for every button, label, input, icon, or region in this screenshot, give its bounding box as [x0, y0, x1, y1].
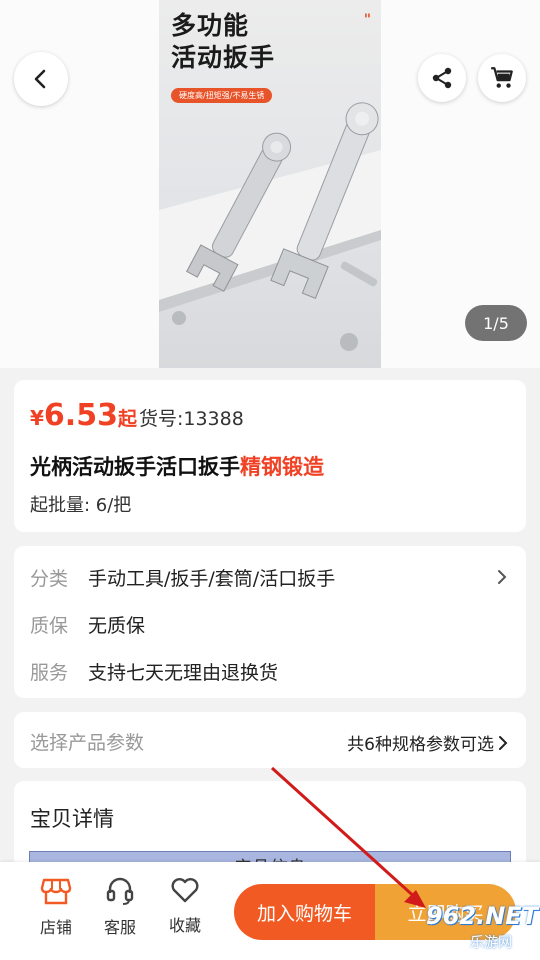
- spec-selector[interactable]: 选择产品参数 共6种规格参数可选: [14, 712, 526, 768]
- service-key: 服务: [30, 662, 69, 684]
- share-icon: [432, 67, 452, 89]
- info-card: 分类 手动工具/扳手/套筒/活口扳手 质保 无质保 服务 支持七天无理由退换货: [14, 546, 526, 698]
- sku-number: 货号:13388: [138, 408, 244, 430]
- cart-button[interactable]: [478, 54, 526, 102]
- image-title: 多功能 活动扳手: [171, 10, 275, 74]
- warranty-row: 质保 无质保: [30, 611, 145, 638]
- store-icon: [40, 878, 72, 905]
- service-value: 支持七天无理由退换货: [88, 662, 279, 684]
- chevron-right-icon[interactable]: [496, 568, 508, 586]
- product-gallery[interactable]: 多功能 活动扳手 " 硬度高/扭矩强/不易生锈 1/5: [0, 0, 540, 368]
- add-to-cart-button[interactable]: 加入购物车: [234, 884, 375, 940]
- product-image[interactable]: 多功能 活动扳手 " 硬度高/扭矩强/不易生锈: [159, 0, 381, 368]
- product-title-main: 光柄活动扳手活口扳手: [30, 455, 240, 479]
- price-row: ¥ 6.53 起 货号:13388: [30, 398, 244, 433]
- warranty-key: 质保: [30, 615, 69, 637]
- share-button[interactable]: [418, 54, 466, 102]
- watermark-sub: 乐游网: [470, 935, 512, 951]
- price-suffix: 起: [117, 408, 137, 430]
- image-title-line1: 多功能: [171, 11, 250, 40]
- service-label: 客服: [103, 918, 136, 937]
- image-quote-mark: ": [363, 12, 371, 28]
- image-title-line2: 活动扳手: [171, 43, 276, 72]
- spec-summary-link[interactable]: 共6种规格参数可选: [347, 730, 508, 755]
- favorite-tab[interactable]: 收藏: [155, 876, 215, 936]
- service-row: 服务 支持七天无理由退换货: [30, 658, 278, 685]
- store-label: 店铺: [39, 918, 72, 937]
- watermark-brand: 962.NET: [426, 902, 539, 930]
- back-arrow-icon: [34, 69, 46, 89]
- store-tab[interactable]: 店铺: [26, 876, 86, 938]
- product-title-highlight: 精钢锻造: [240, 455, 324, 479]
- customer-service-tab[interactable]: 客服: [90, 876, 150, 938]
- warranty-value: 无质保: [88, 615, 146, 637]
- back-button[interactable]: [14, 52, 68, 106]
- category-row[interactable]: 分类 手动工具/扳手/套筒/活口扳手: [30, 564, 335, 591]
- spec-summary: 共6种规格参数可选: [347, 735, 494, 755]
- headset-icon: [106, 877, 134, 905]
- min-order-quantity: 起批量: 6/把: [30, 495, 132, 516]
- watermark-logo: 962.NET 乐游网: [396, 900, 539, 956]
- price-card: ¥ 6.53 起 货号:13388 光柄活动扳手活口扳手精钢锻造 起批量: 6/…: [14, 380, 526, 532]
- cart-icon: [491, 67, 513, 88]
- price-value: 6.53: [43, 398, 118, 433]
- heart-icon: [171, 878, 199, 903]
- category-key: 分类: [30, 568, 69, 590]
- wrench-illustration: [159, 102, 381, 351]
- category-value: 手动工具/扳手/套筒/活口扳手: [88, 568, 336, 590]
- image-pager: 1/5: [465, 305, 527, 341]
- product-title: 光柄活动扳手活口扳手精钢锻造: [30, 451, 324, 481]
- chevron-right-icon: [499, 735, 508, 750]
- detail-title: 宝贝详情: [30, 807, 114, 831]
- currency-symbol: ¥: [30, 406, 44, 430]
- spec-label: 选择产品参数: [30, 732, 145, 754]
- favorite-label: 收藏: [168, 916, 201, 935]
